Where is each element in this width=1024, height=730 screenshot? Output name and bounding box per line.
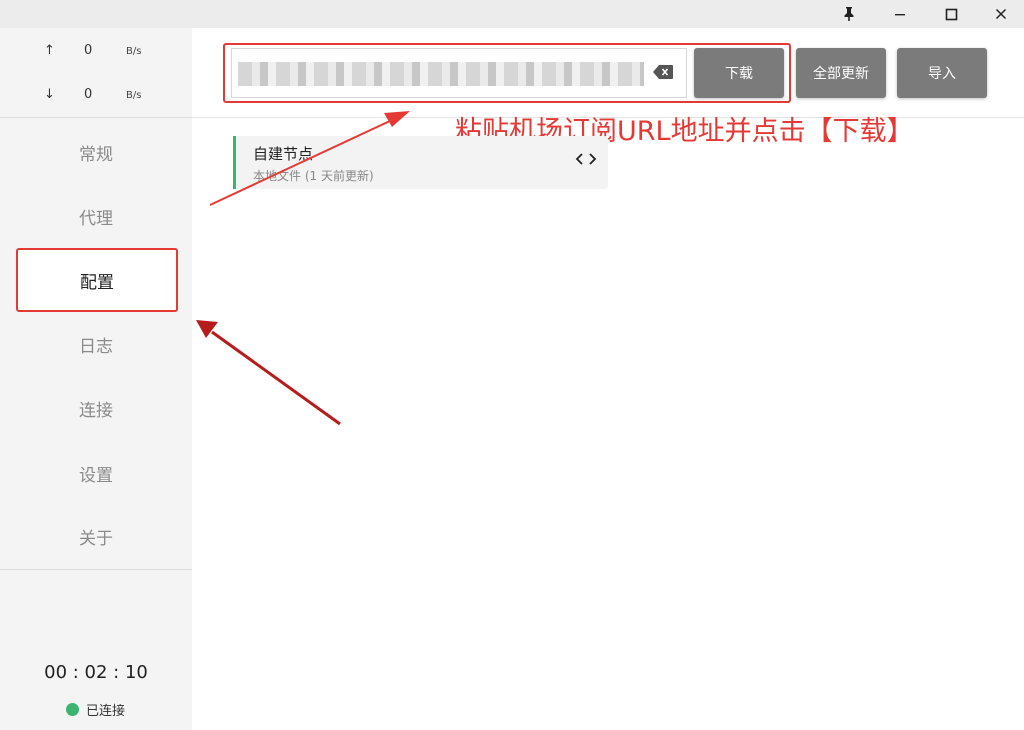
download-button[interactable]: 下载 [694, 48, 784, 98]
traffic-monitor: ↑ 0 B/s ↓ 0 B/s [0, 28, 192, 116]
clear-input-icon[interactable] [652, 64, 674, 80]
sidebar-divider [0, 117, 192, 118]
download-arrow-icon: ↓ [44, 87, 55, 102]
download-value: 0 [84, 87, 93, 102]
sidebar-item-about[interactable]: 关于 [0, 504, 192, 568]
arrow-to-profiles [196, 320, 341, 426]
sidebar-item-logs[interactable]: 日志 [0, 312, 192, 376]
sidebar-item-settings[interactable]: 设置 [0, 441, 192, 505]
sidebar-item-proxy[interactable]: 代理 [0, 184, 192, 248]
status-dot-icon [66, 702, 79, 716]
status-label: 已连接 [86, 703, 126, 719]
maximize-icon[interactable] [926, 0, 976, 28]
close-icon[interactable] [976, 0, 1024, 28]
import-button[interactable]: 导入 [897, 48, 987, 98]
minimize-icon[interactable] [875, 0, 925, 28]
sidebar-item-general[interactable]: 常规 [0, 120, 192, 184]
download-unit: B/s [126, 90, 142, 101]
sidebar-item-connections[interactable]: 连接 [0, 376, 192, 440]
profile-card[interactable]: 自建节点 本地文件 (1 天前更新) [233, 136, 608, 189]
upload-arrow-icon: ↑ [44, 43, 55, 58]
upload-value: 0 [84, 43, 93, 58]
sidebar-divider-bottom [0, 569, 192, 570]
connection-timer: 00 : 02 : 10 [44, 662, 148, 683]
update-all-button[interactable]: 全部更新 [796, 48, 886, 98]
pin-icon[interactable] [824, 0, 874, 28]
download-speed: ↓ 0 B/s [0, 85, 192, 105]
subscription-url-input[interactable] [231, 48, 687, 98]
upload-unit: B/s [126, 46, 142, 57]
upload-speed: ↑ 0 B/s [0, 41, 192, 61]
connection-status: 已连接 [66, 700, 126, 719]
profile-name: 自建节点 [253, 145, 314, 163]
sidebar: ↑ 0 B/s ↓ 0 B/s 常规 代理 配置 日志 连接 设置 关于 00 … [0, 28, 192, 730]
profile-active-indicator [233, 136, 236, 189]
title-bar [0, 0, 1024, 28]
sidebar-item-profiles[interactable]: 配置 [16, 248, 178, 312]
code-icon[interactable] [575, 150, 597, 168]
profile-subtitle: 本地文件 (1 天前更新) [253, 169, 374, 183]
